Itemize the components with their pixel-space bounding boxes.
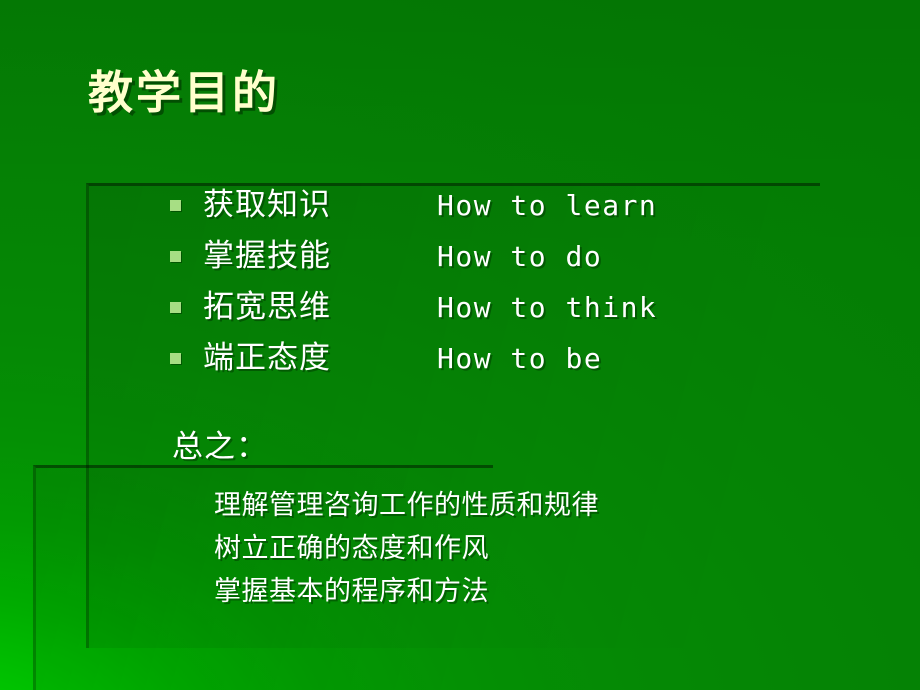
list-item-label-cn: 掌握技能 <box>203 238 331 274</box>
list-item[interactable]: 端正态度 How to be <box>170 333 870 384</box>
list-item-label-en: How to do <box>437 239 603 273</box>
summary-line: 树立正确的态度和作风 <box>214 533 489 564</box>
slide-title: 教学目的 <box>88 66 281 119</box>
summary-heading: 总之： <box>172 429 268 465</box>
square-bullet-icon <box>170 353 181 364</box>
summary-line-list: 理解管理咨询工作的性质和规律 树立正确的态度和作风 掌握基本的程序和方法 <box>214 484 872 613</box>
list-item[interactable]: 掌握技能 How to do <box>170 231 870 282</box>
presentation-slide: 教学目的 获取知识 How to learn 掌握技能 How to do 拓宽… <box>0 0 920 690</box>
list-item[interactable]: 获取知识 How to learn <box>170 180 870 231</box>
square-bullet-icon <box>170 200 181 211</box>
square-bullet-icon <box>170 302 181 313</box>
list-item-label-en: How to think <box>437 290 658 324</box>
list-item-label-en: How to be <box>437 341 603 375</box>
list-item-label-cn: 端正态度 <box>203 340 331 376</box>
list-item-label-cn: 拓宽思维 <box>203 289 331 325</box>
list-item-label-en: How to learn <box>437 188 658 222</box>
list-item[interactable]: 拓宽思维 How to think <box>170 282 870 333</box>
summary-line: 掌握基本的程序和方法 <box>214 576 489 607</box>
summary-line: 理解管理咨询工作的性质和规律 <box>214 490 599 521</box>
square-bullet-icon <box>170 251 181 262</box>
list-item-label-cn: 获取知识 <box>203 187 331 223</box>
bullet-list: 获取知识 How to learn 掌握技能 How to do 拓宽思维 Ho… <box>170 180 870 384</box>
summary-block: 总之： 理解管理咨询工作的性质和规律 树立正确的态度和作风 掌握基本的程序和方法 <box>172 432 872 613</box>
